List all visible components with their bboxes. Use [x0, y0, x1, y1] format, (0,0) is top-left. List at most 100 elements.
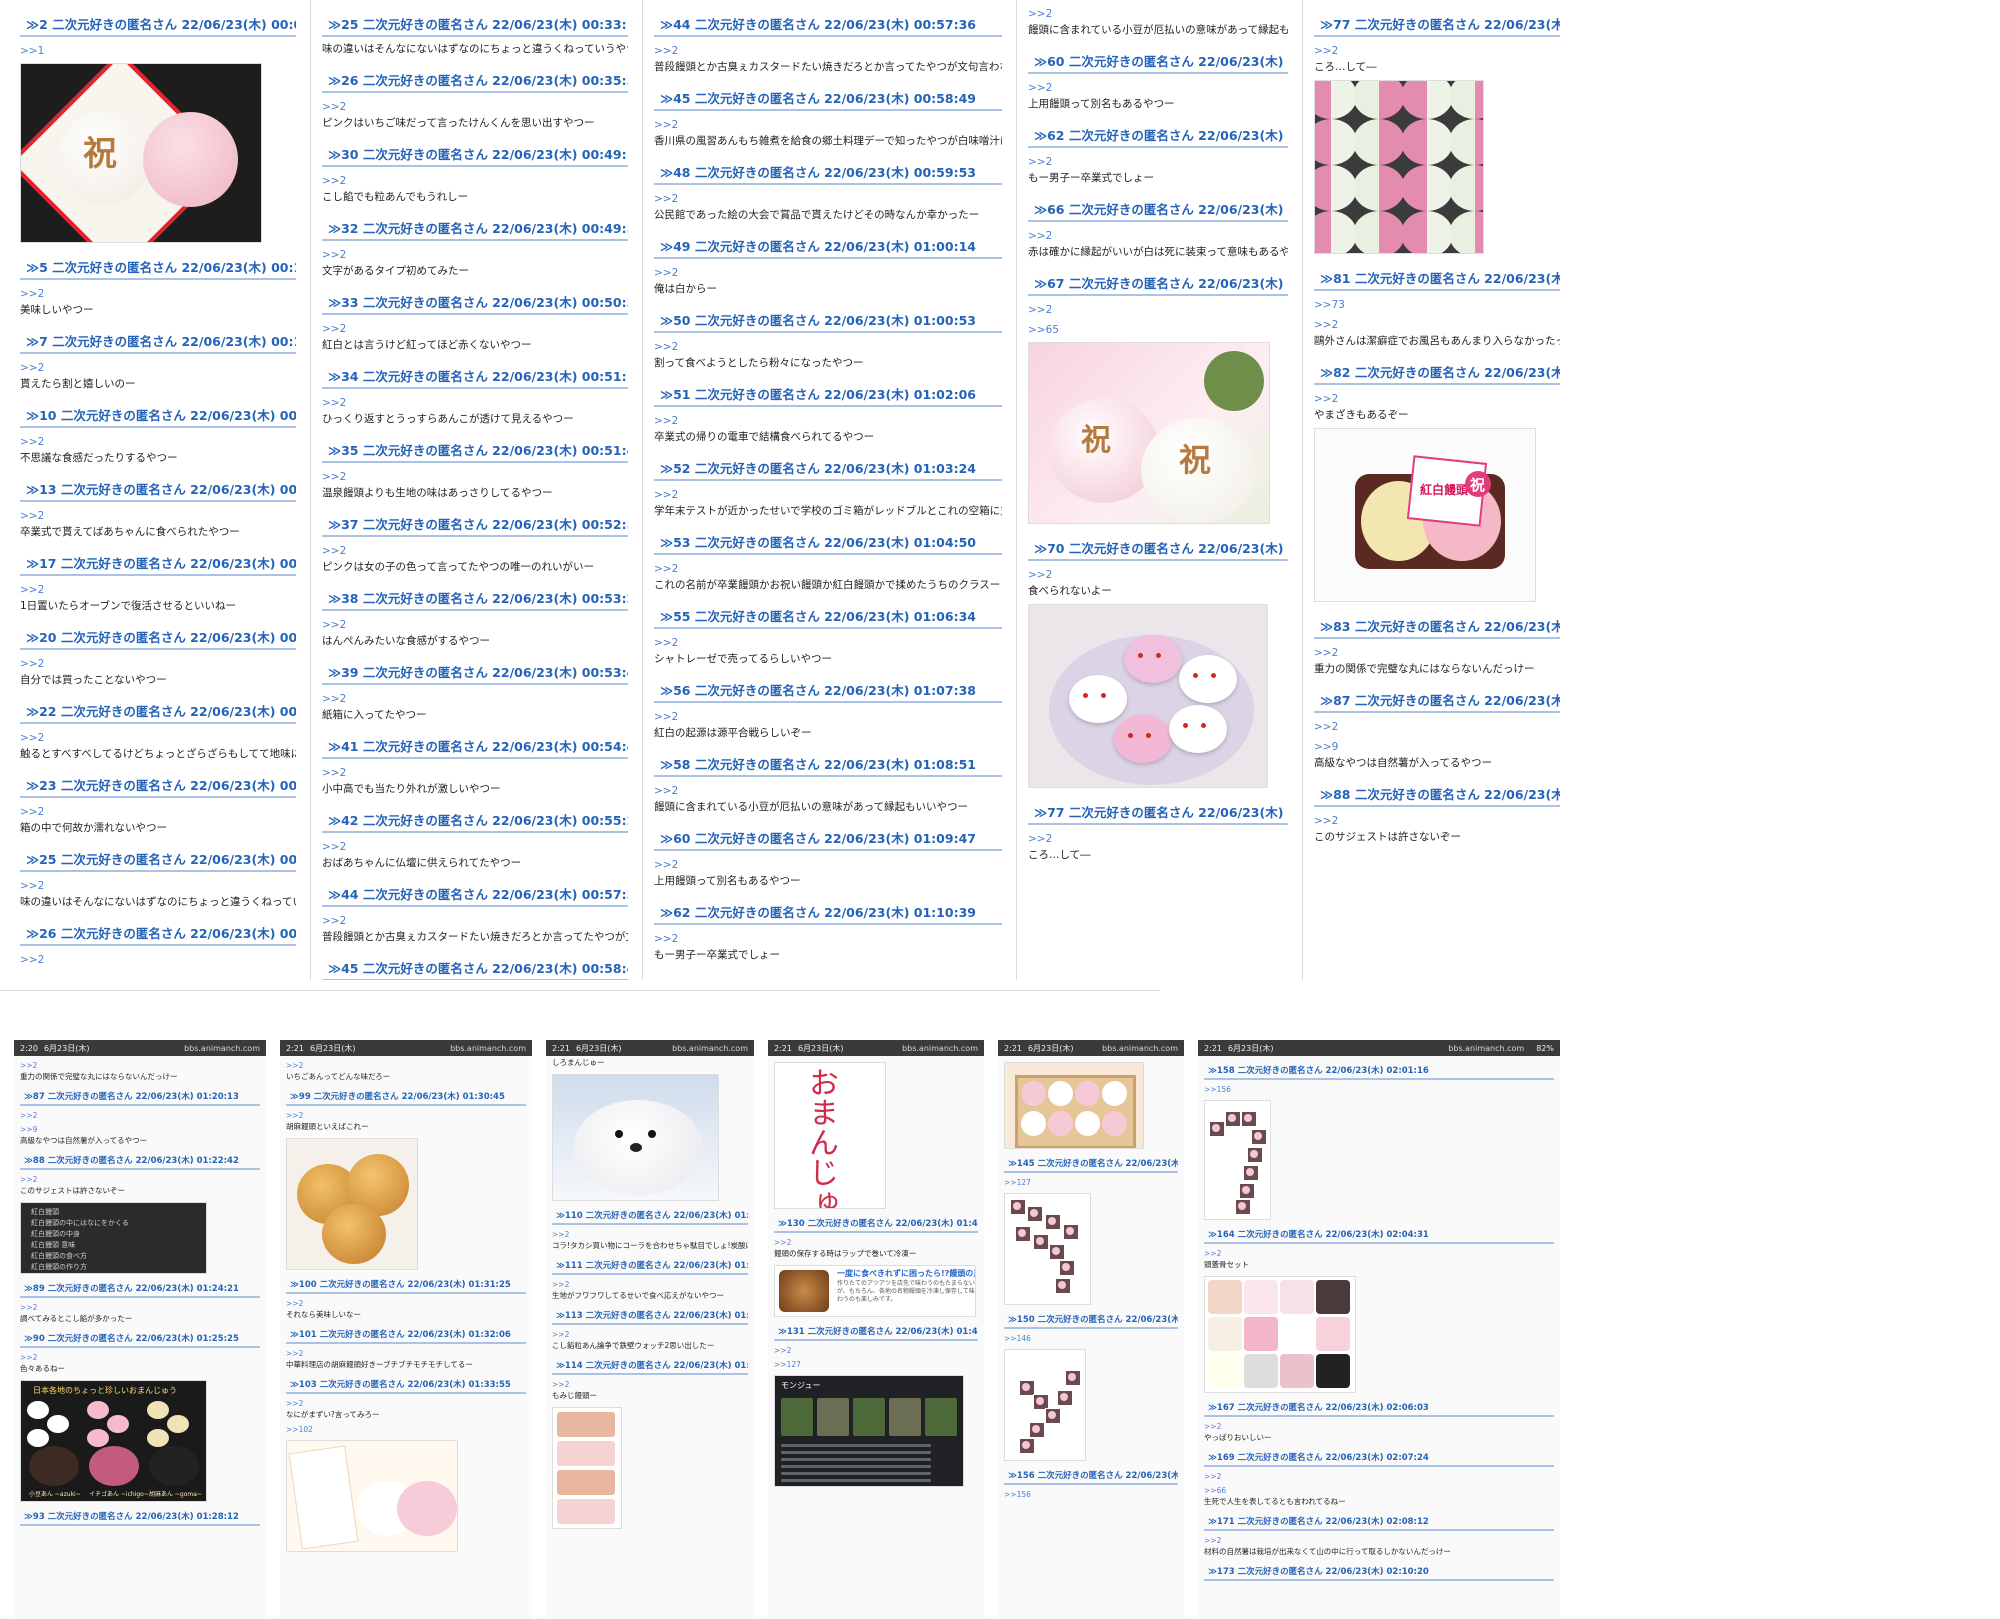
post-header[interactable]: ≫60 二次元好きの匿名さん 22/06/23(木) 01:09:47 — [654, 824, 1002, 851]
post-header[interactable]: ≫7 二次元好きの匿名さん 22/06/23(木) 00:14:14 — [20, 327, 296, 354]
post-header[interactable]: ≫169 二次元好きの匿名さん 22/06/23(木) 02:07:24 — [1204, 1449, 1554, 1467]
post-header[interactable]: ≫62 二次元好きの匿名さん 22/06/23(木) 01:10:39 — [654, 898, 1002, 925]
post-header[interactable]: ≫173 二次元好きの匿名さん 22/06/23(木) 02:10:20 — [1204, 1563, 1554, 1581]
reply-anchor-link[interactable]: >>2 — [286, 1111, 526, 1120]
reply-anchor-link[interactable]: >>2 — [20, 806, 296, 818]
post-image-suggest-list[interactable]: 紅白饅頭 紅白饅頭の中にはなにをかくる 紅白饅頭の中身 紅白饅頭 意味 紅白饅頭の食べ方… — [20, 1202, 207, 1274]
reply-anchor-link[interactable]: >>2 — [20, 732, 296, 744]
url-bar[interactable]: bbs.animanch.com — [902, 1044, 978, 1053]
post-image-box-manju[interactable] — [1004, 1062, 1144, 1149]
suggest-item[interactable]: 紅白饅頭 意味 — [31, 1240, 75, 1250]
post-header[interactable]: ≫87 二次元好きの匿名さん 22/06/23(木) 01:20:13 — [1314, 686, 1560, 713]
post-header[interactable]: ≫41 二次元好きの匿名さん 22/06/23(木) 00:54:43 — [322, 732, 628, 759]
reply-anchor-link[interactable]: >>2 — [1028, 304, 1288, 316]
post-header[interactable]: ≫77 二次元好きの匿名さん 22/06/23(木) 01:15:02 — [1028, 798, 1288, 825]
reply-anchor-link[interactable]: >>2 — [654, 933, 1002, 945]
reply-anchor-link[interactable]: >>2 — [552, 1280, 748, 1289]
post-image-manju-grid[interactable] — [1314, 80, 1484, 254]
reply-anchor-link[interactable]: >>2 — [1314, 721, 1560, 733]
reply-anchor-link[interactable]: >>2 — [322, 767, 628, 779]
post-header[interactable]: ≫10 二次元好きの匿名さん 22/06/23(木) 00:17:05 — [20, 401, 296, 428]
post-header[interactable]: ≫39 二次元好きの匿名さん 22/06/23(木) 00:53:47 — [322, 658, 628, 685]
suggest-item[interactable]: 紅白饅頭 — [31, 1207, 59, 1217]
post-header[interactable]: ≫58 二次元好きの匿名さん 22/06/23(木) 01:08:51 — [654, 750, 1002, 777]
reply-anchor-link[interactable]: >>2 — [1314, 45, 1560, 57]
reply-anchor-link[interactable]: >>2 — [1028, 156, 1288, 168]
post-header[interactable]: ≫26 二次元好きの匿名さん 22/06/23(木) 00:35:52 — [20, 919, 296, 946]
reply-anchor-link[interactable]: >>2 — [20, 584, 296, 596]
post-header[interactable]: ≫60 二次元好きの匿名さん 22/06/23(木) 01:09:47 — [1028, 47, 1288, 74]
post-header[interactable]: ≫171 二次元好きの匿名さん 22/06/23(木) 02:08:12 — [1204, 1513, 1554, 1531]
post-image-packaged-manju[interactable]: 紅白饅頭祝 — [1314, 428, 1536, 602]
post-header[interactable]: ≫45 二次元好きの匿名さん 22/06/23(木) 00:58:49 — [322, 954, 628, 980]
post-header[interactable]: ≫37 二次元好きの匿名さん 22/06/23(木) 00:52:55 — [322, 510, 628, 537]
reply-anchor-link[interactable]: >>156 — [1204, 1085, 1554, 1094]
post-header[interactable]: ≫87 二次元好きの匿名さん 22/06/23(木) 01:20:13 — [20, 1088, 260, 1106]
post-header[interactable]: ≫89 二次元好きの匿名さん 22/06/23(木) 01:24:21 — [20, 1280, 260, 1298]
post-header[interactable]: ≫13 二次元好きの匿名さん 22/06/23(木) 00:21:29 — [20, 475, 296, 502]
reply-anchor-link[interactable]: >>2 — [1204, 1472, 1554, 1481]
post-header[interactable]: ≫35 二次元好きの匿名さん 22/06/23(木) 00:51:40 — [322, 436, 628, 463]
reply-anchor-link[interactable]: >>2 — [654, 711, 1002, 723]
post-header[interactable]: ≫158 二次元好きの匿名さん 22/06/23(木) 02:01:16 — [1204, 1062, 1554, 1080]
post-header[interactable]: ≫34 二次元好きの匿名さん 22/06/23(木) 00:51:13 — [322, 362, 628, 389]
reply-anchor-link[interactable]: >>2 — [322, 915, 628, 927]
url-bar[interactable]: bbs.animanch.com — [1102, 1044, 1178, 1053]
reply-anchor-link[interactable]: >>2 — [654, 341, 1002, 353]
post-header[interactable]: ≫100 二次元好きの匿名さん 22/06/23(木) 01:31:25 — [286, 1276, 526, 1294]
reply-anchor-link[interactable]: >>2 — [20, 362, 296, 374]
url-bar[interactable]: bbs.animanch.com — [184, 1044, 260, 1053]
post-header[interactable]: ≫38 二次元好きの匿名さん 22/06/23(木) 00:53:26 — [322, 584, 628, 611]
reply-anchor-link[interactable]: >>2 — [1204, 1249, 1554, 1258]
reply-anchor-link[interactable]: >>127 — [774, 1360, 978, 1369]
reply-anchor-link[interactable]: >>2 — [1204, 1536, 1554, 1545]
reply-anchor-link[interactable]: >>2 — [20, 1303, 260, 1312]
reply-anchor-link[interactable]: >>2 — [322, 619, 628, 631]
reply-anchor-link[interactable]: >>2 — [654, 785, 1002, 797]
reply-anchor-link[interactable]: >>2 — [286, 1399, 526, 1408]
post-image-domino-2[interactable] — [1004, 1349, 1086, 1461]
reply-anchor-link[interactable]: >>127 — [1004, 1178, 1178, 1187]
post-header[interactable]: ≫52 二次元好きの匿名さん 22/06/23(木) 01:03:24 — [654, 454, 1002, 481]
post-image-calligraphy[interactable]: おまんじゅう — [774, 1062, 886, 1209]
reply-anchor-link[interactable]: >>2 — [1028, 230, 1288, 242]
post-header[interactable]: ≫150 二次元好きの匿名さん 22/06/23(木) 01:59:02 — [1004, 1311, 1178, 1329]
post-header[interactable]: ≫2 二次元好きの匿名さん 22/06/23(木) 00:09:54 — [20, 10, 296, 37]
url-bar[interactable]: bbs.animanch.com — [672, 1044, 748, 1053]
post-header[interactable]: ≫81 二次元好きの匿名さん 22/06/23(木) 01:15:52 — [1314, 264, 1560, 291]
post-image-animal-manju[interactable]: 日本各地のちょっと珍しいおまんじゅう 小豆あん ~azuki~ イチゴあん ~ich… — [20, 1380, 207, 1502]
reply-anchor-link[interactable]: >>2 — [20, 510, 296, 522]
reply-anchor-link[interactable]: >>2 — [322, 471, 628, 483]
reply-anchor-link[interactable]: >>2 — [20, 436, 296, 448]
post-header[interactable]: ≫130 二次元好きの匿名さん 22/06/23(木) 01:46:35 — [774, 1215, 978, 1233]
post-header[interactable]: ≫70 二次元好きの匿名さん 22/06/23(木) 01:13:14 — [1028, 534, 1288, 561]
post-header[interactable]: ≫110 二次元好きの匿名さん 22/06/23(木) 01:36:57 — [552, 1207, 748, 1225]
reply-anchor-link[interactable]: >>2 — [1314, 319, 1560, 331]
reply-anchor-link[interactable]: >>9 — [20, 1125, 260, 1134]
reply-anchor-link[interactable]: >>2 — [1028, 569, 1288, 581]
post-header[interactable]: ≫66 二次元好きの匿名さん 22/06/23(木) 01:11:33 — [1028, 195, 1288, 222]
reply-anchor-link[interactable]: >>66 — [1204, 1486, 1554, 1495]
reply-anchor-link[interactable]: >>2 — [654, 193, 1002, 205]
post-header[interactable]: ≫66 二次元好きの匿名さん 22/06/23(木) 01:11:33 — [654, 972, 1002, 980]
post-image-face-manju[interactable] — [1204, 1276, 1356, 1393]
post-header[interactable]: ≫114 二次元好きの匿名さん 22/06/23(木) 01:41:31 — [552, 1357, 748, 1375]
reply-anchor-link[interactable]: >>2 — [654, 637, 1002, 649]
reply-anchor-link[interactable]: >>2 — [1028, 82, 1288, 94]
post-header[interactable]: ≫82 二次元好きの匿名さん 22/06/23(木) 01:16:30 — [1314, 358, 1560, 385]
post-header[interactable]: ≫90 二次元好きの匿名さん 22/06/23(木) 01:25:25 — [20, 1330, 260, 1348]
post-header[interactable]: ≫88 二次元好きの匿名さん 22/06/23(木) 01:22:42 — [1314, 780, 1560, 807]
reply-anchor-link[interactable]: >>2 — [654, 859, 1002, 871]
post-header[interactable]: ≫55 二次元好きの匿名さん 22/06/23(木) 01:06:34 — [654, 602, 1002, 629]
post-image-boxed-manju[interactable] — [286, 1440, 458, 1552]
reply-anchor-link[interactable]: >>102 — [286, 1425, 526, 1434]
post-header[interactable]: ≫93 二次元好きの匿名さん 22/06/23(木) 01:28:12 — [20, 1508, 260, 1526]
reply-anchor-link[interactable]: >>2 — [20, 1353, 260, 1362]
reply-anchor-link[interactable]: >>2 — [654, 563, 1002, 575]
reply-anchor-link[interactable]: >>2 — [1314, 393, 1560, 405]
reply-anchor-link[interactable]: >>2 — [1028, 8, 1288, 20]
reply-anchor-link[interactable]: >>2 — [654, 45, 1002, 57]
reply-anchor-link[interactable]: >>1 — [20, 45, 296, 57]
post-header[interactable]: ≫17 二次元好きの匿名さん 22/06/23(木) 00:25:03 — [20, 549, 296, 576]
post-header[interactable]: ≫22 二次元好きの匿名さん 22/06/23(木) 00:28:08 — [20, 697, 296, 724]
